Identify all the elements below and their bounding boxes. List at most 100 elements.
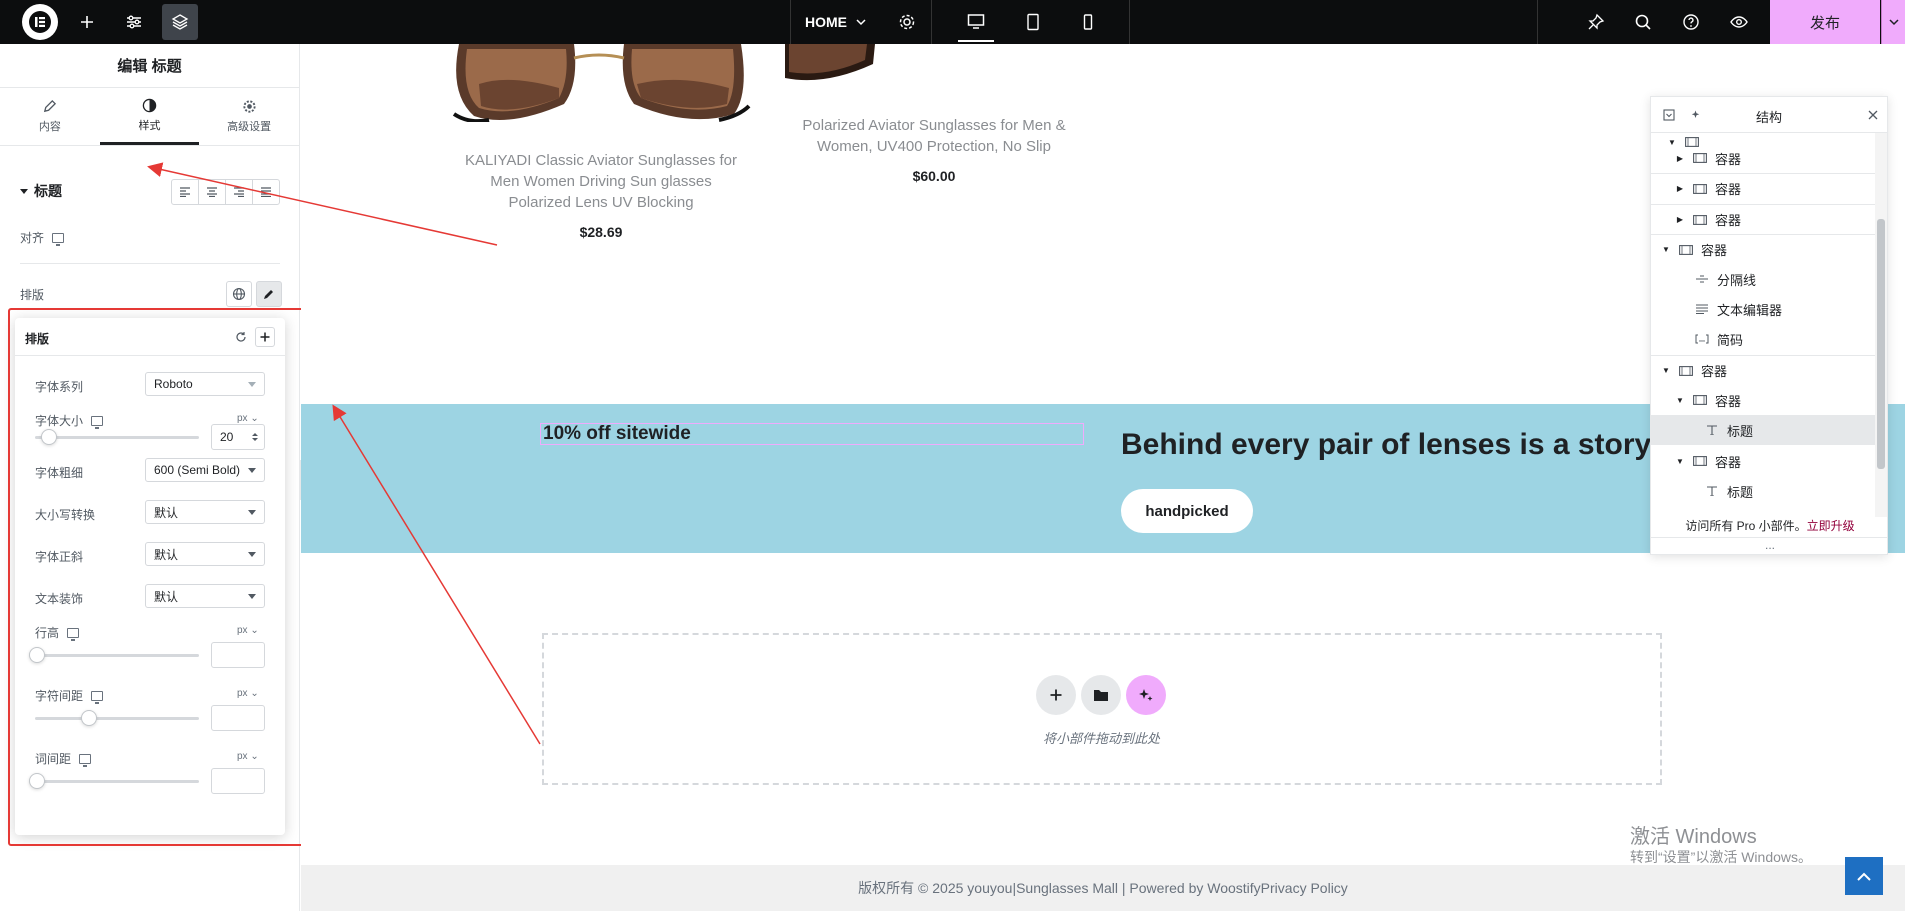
scrollbar-thumb[interactable] [1877, 219, 1885, 469]
caret-down-icon[interactable]: ▼ [1675, 457, 1685, 466]
add-global-plus-icon[interactable] [255, 327, 275, 347]
template-library-folder-icon[interactable] [1081, 675, 1121, 715]
stepper-arrows-icon[interactable] [252, 432, 258, 442]
tree-item-container[interactable]: ▶ 容器 [1651, 143, 1875, 173]
caret-down-icon[interactable]: ▼ [1661, 245, 1671, 254]
windows-watermark-title: 激活 Windows [1630, 826, 1757, 848]
slider-handle[interactable] [81, 710, 97, 726]
publish-button[interactable]: 发布 [1770, 0, 1880, 44]
text-transform-select[interactable]: 默认 [145, 500, 265, 524]
tree-item-container[interactable]: ▶ 容器 [1651, 173, 1875, 203]
notes-pin-icon[interactable] [1578, 4, 1614, 40]
page-selector[interactable]: HOME [805, 0, 867, 44]
product-title[interactable]: KALIYADI Classic Aviator Sunglasses for … [460, 150, 742, 213]
tree-item-container[interactable]: ▼ 容器 [1651, 355, 1875, 385]
tree-item-container[interactable]: ▶ 容器 [1651, 204, 1875, 234]
caret-down-icon[interactable]: ▼ [1661, 366, 1671, 375]
word-spacing-slider[interactable] [29, 773, 199, 789]
tab-content-label: 内容 [38, 121, 61, 133]
tree-item-container[interactable]: ▼ 容器 [1651, 446, 1875, 476]
add-section-plus-icon[interactable] [1036, 675, 1076, 715]
letter-spacing-label-group: 字符间距 [35, 687, 104, 704]
tab-advanced[interactable]: 高级设置 [199, 88, 299, 145]
tree-item-text-editor[interactable]: 文本编辑器 [1651, 294, 1875, 324]
font-size-unit[interactable]: px ⌄ [237, 413, 259, 424]
product-price: $60.00 [912, 168, 956, 184]
reset-icon[interactable] [231, 327, 251, 347]
tree-item-container[interactable]: ▼ 容器 [1651, 385, 1875, 415]
tablet-view-icon[interactable] [1015, 4, 1051, 40]
ai-sparkle-icon[interactable] [1126, 675, 1166, 715]
font-family-select[interactable]: Roboto [145, 372, 265, 396]
align-left-button[interactable] [172, 180, 199, 204]
edit-typography-pencil-icon[interactable] [256, 281, 282, 307]
desktop-responsive-icon[interactable] [52, 232, 65, 246]
scroll-to-top-button[interactable] [1845, 857, 1883, 895]
caret-down-icon [20, 189, 28, 194]
typography-popover: 排版 字体系列 Roboto 字体大小 px ⌄ 20 字体粗细 600 (Se… [15, 318, 285, 835]
line-height-slider[interactable] [29, 647, 199, 663]
letter-spacing-slider[interactable] [35, 710, 199, 726]
line-height-unit[interactable]: px ⌄ [237, 625, 259, 636]
upgrade-link[interactable]: 立即升级 [1807, 519, 1855, 533]
elementor-logo-icon[interactable] [22, 4, 58, 40]
close-icon[interactable] [1865, 107, 1881, 123]
site-settings-icon[interactable] [116, 4, 152, 40]
panel-tabs: 内容 样式 高级设置 [0, 88, 299, 146]
line-height-input[interactable] [211, 642, 265, 668]
word-spacing-input[interactable] [211, 768, 265, 794]
product-title[interactable]: Polarized Aviator Sunglasses for Men & W… [789, 115, 1079, 157]
caret-right-icon[interactable]: ▶ [1675, 184, 1685, 193]
font-style-select[interactable]: 默认 [145, 542, 265, 566]
desktop-responsive-icon[interactable] [67, 627, 80, 641]
desktop-view-icon[interactable] [958, 2, 994, 42]
handpicked-button[interactable]: handpicked [1121, 489, 1253, 533]
slider-handle[interactable] [29, 773, 45, 789]
font-style-label: 字体正斜 [35, 550, 84, 564]
selected-heading-widget[interactable]: 10% off sitewide [540, 423, 1084, 445]
sunglasses-image[interactable] [785, 44, 875, 84]
tree-item-heading[interactable]: 标题 [1651, 476, 1875, 506]
add-element-icon[interactable] [69, 4, 105, 40]
caret-right-icon[interactable]: ▶ [1675, 154, 1685, 163]
tree-item-divider[interactable]: 分隔线 [1651, 264, 1875, 294]
banner-heading[interactable]: Behind every pair of lenses is a story [1121, 428, 1651, 462]
page-settings-gear-icon[interactable] [889, 4, 925, 40]
tab-content[interactable]: 内容 [0, 88, 100, 145]
slider-handle[interactable] [41, 429, 57, 445]
tree-item-container[interactable]: ▼ 容器 [1651, 234, 1875, 264]
preview-eye-icon[interactable] [1721, 4, 1757, 40]
align-justify-button[interactable] [253, 180, 279, 204]
aviator-sunglasses-image[interactable] [449, 44, 751, 122]
container-icon [1693, 214, 1707, 225]
resize-dots-handle[interactable]: ... [1651, 537, 1887, 552]
structure-scrollbar[interactable] [1875, 133, 1887, 517]
font-weight-select[interactable]: 600 (Semi Bold) [145, 458, 265, 482]
slider-handle[interactable] [29, 647, 45, 663]
letter-spacing-unit[interactable]: px ⌄ [237, 688, 259, 699]
divider-widget-icon [1696, 275, 1708, 283]
desktop-responsive-icon[interactable] [91, 415, 104, 429]
help-icon[interactable] [1673, 4, 1709, 40]
mobile-view-icon[interactable] [1070, 4, 1106, 40]
text-decoration-select[interactable]: 默认 [145, 584, 265, 608]
align-right-button[interactable] [226, 180, 253, 204]
structure-layers-icon[interactable] [162, 4, 198, 40]
desktop-responsive-icon[interactable] [79, 753, 92, 767]
caret-right-icon[interactable]: ▶ [1675, 215, 1685, 224]
font-size-input[interactable]: 20 [211, 424, 265, 450]
publish-options-chevron-icon[interactable] [1881, 0, 1905, 44]
caret-down-icon[interactable]: ▼ [1675, 396, 1685, 405]
search-icon[interactable] [1625, 4, 1661, 40]
chevron-down-icon [856, 19, 866, 26]
tab-style[interactable]: 样式 [99, 88, 200, 145]
tree-item-heading-selected[interactable]: 标题 [1651, 415, 1875, 445]
font-size-slider[interactable] [35, 429, 199, 445]
section-heading-toggle[interactable]: 标题 [20, 181, 62, 201]
tree-item-shortcode[interactable]: 简码 [1651, 324, 1875, 354]
global-typography-globe-icon[interactable] [226, 281, 252, 307]
align-center-button[interactable] [199, 180, 226, 204]
letter-spacing-input[interactable] [211, 705, 265, 731]
desktop-responsive-icon[interactable] [91, 690, 104, 704]
word-spacing-unit[interactable]: px ⌄ [237, 751, 259, 762]
